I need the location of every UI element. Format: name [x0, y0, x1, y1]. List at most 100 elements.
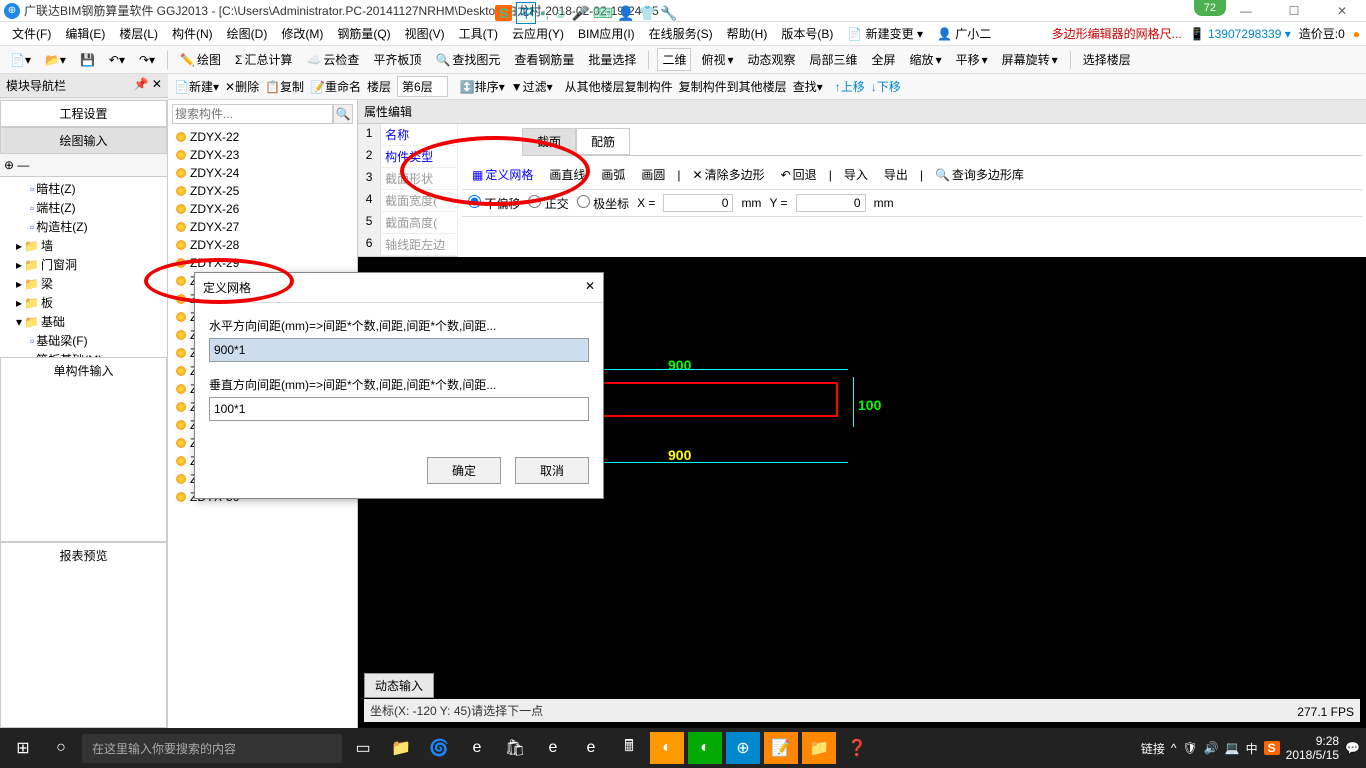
- menu-component[interactable]: 构件(N): [166, 23, 219, 44]
- tray-up-icon[interactable]: ^: [1171, 741, 1177, 755]
- store-icon[interactable]: 🛍: [498, 732, 532, 764]
- coord-y-input[interactable]: [796, 194, 866, 212]
- tb2-sort[interactable]: ↕️排序▾: [460, 78, 505, 95]
- ime-smile[interactable]: ☺: [553, 5, 567, 21]
- cortana-icon[interactable]: ○: [44, 732, 78, 764]
- dlg-v-input[interactable]: [209, 397, 589, 421]
- open-icon[interactable]: 📂▾: [41, 51, 70, 69]
- menu-draw[interactable]: 绘图(D): [221, 23, 274, 44]
- tb2-copy-from[interactable]: 从其他楼层复制构件: [565, 78, 673, 95]
- tb-zoom[interactable]: 缩放▾: [906, 49, 946, 70]
- tb-view-rebar[interactable]: 查看钢筋量: [510, 49, 578, 70]
- maximize-button[interactable]: ☐: [1274, 4, 1314, 18]
- app-icon-2[interactable]: ◐: [650, 732, 684, 764]
- menu-online[interactable]: 在线服务(S): [643, 23, 719, 44]
- tb-draw[interactable]: ✏️绘图: [176, 49, 225, 70]
- tb-rotate[interactable]: 屏幕旋转▾: [998, 49, 1062, 70]
- tree-item[interactable]: ▫ 构造柱(Z): [2, 217, 165, 236]
- tree-item[interactable]: ▫ 筏板基础(M): [2, 350, 165, 357]
- save-icon[interactable]: 💾: [76, 51, 99, 69]
- ime-wrench[interactable]: 🔧: [660, 5, 677, 22]
- list-item[interactable]: ZDYX-28: [168, 236, 357, 254]
- close-button[interactable]: ✕: [1322, 4, 1362, 18]
- app-icon-5[interactable]: 📝: [764, 732, 798, 764]
- tb-topview[interactable]: 俯视▾: [697, 49, 737, 70]
- nav-expand-icon[interactable]: ⊕ —: [4, 158, 29, 172]
- pin-icon[interactable]: 📌 ✕: [134, 77, 162, 94]
- explorer-icon[interactable]: 📁: [384, 732, 418, 764]
- list-item[interactable]: ZDYX-25: [168, 182, 357, 200]
- tray-time[interactable]: 9:28: [1286, 734, 1339, 748]
- tb2-delete[interactable]: ✕删除: [225, 78, 259, 95]
- tb-local3d[interactable]: 局部三维: [806, 49, 862, 70]
- dtb-line[interactable]: 画直线: [545, 164, 589, 185]
- dtb-export[interactable]: 导出: [880, 164, 912, 185]
- ime-lang[interactable]: 中: [516, 2, 536, 24]
- tb2-copy[interactable]: 📋复制: [265, 78, 304, 95]
- dlg-cancel-button[interactable]: 取消: [515, 457, 589, 484]
- beans-icon[interactable]: ●: [1353, 27, 1360, 41]
- menu-edit[interactable]: 编辑(E): [59, 23, 111, 44]
- menu-user[interactable]: 👤 广小二: [931, 23, 997, 44]
- tree-item[interactable]: ▫ 端柱(Z): [2, 198, 165, 217]
- dtb-circle[interactable]: 画圆: [637, 164, 669, 185]
- tree-item[interactable]: ▫ 暗柱(Z): [2, 179, 165, 198]
- ime-punct[interactable]: •,: [540, 5, 549, 21]
- dtb-query[interactable]: 🔍 查询多边形库: [931, 164, 1028, 185]
- tb2-floor-combo[interactable]: 第6层: [397, 76, 448, 97]
- dtb-arc[interactable]: 画弧: [597, 164, 629, 185]
- coord-no-offset[interactable]: 不偏移: [468, 195, 520, 212]
- dtb-clear[interactable]: ✕ 清除多边形: [689, 164, 769, 185]
- menu-version[interactable]: 版本号(B): [775, 23, 839, 44]
- tb-fullscreen[interactable]: 全屏: [868, 49, 900, 70]
- tb-batch-select[interactable]: 批量选择: [584, 49, 640, 70]
- tray-ime-s[interactable]: S: [1264, 741, 1280, 755]
- tree-item[interactable]: ▸ 📁 梁: [2, 274, 165, 293]
- tray-ime[interactable]: 中: [1246, 740, 1258, 757]
- ie-icon[interactable]: e: [574, 732, 608, 764]
- tree-item[interactable]: ▫ 基础梁(F): [2, 331, 165, 350]
- menu-rebar[interactable]: 钢筋量(Q): [331, 23, 396, 44]
- ime-mic[interactable]: 🎤: [571, 5, 588, 22]
- tb2-rename[interactable]: 📝重命名: [310, 78, 361, 95]
- dynamic-input-button[interactable]: 动态输入: [364, 673, 434, 698]
- taskview-icon[interactable]: ▭: [346, 732, 380, 764]
- menu-file[interactable]: 文件(F): [6, 23, 57, 44]
- tb2-up[interactable]: ↑上移: [835, 78, 865, 95]
- tb2-filter[interactable]: ▼过滤▾: [511, 78, 553, 95]
- menu-new-change[interactable]: 📄 新建变更 ▾: [841, 23, 929, 44]
- badge-72[interactable]: 72: [1194, 0, 1226, 16]
- nav-tab-single[interactable]: 单构件输入: [0, 357, 167, 543]
- dtb-undo[interactable]: ↶ 回退: [777, 164, 821, 185]
- user-phone[interactable]: 📱 13907298339 ▾: [1190, 27, 1291, 41]
- menu-notice[interactable]: 多边形编辑器的网格尺...: [1052, 25, 1182, 42]
- new-file-icon[interactable]: 📄▾: [6, 51, 35, 69]
- undo-icon[interactable]: ↶▾: [105, 51, 129, 69]
- app-icon-4[interactable]: ⊕: [726, 732, 760, 764]
- app-icon-1[interactable]: 🌀: [422, 732, 456, 764]
- tray-notif-icon[interactable]: 💬: [1345, 741, 1360, 755]
- tree-item[interactable]: ▾ 📁 基础: [2, 312, 165, 331]
- tb2-find[interactable]: 查找▾: [793, 78, 823, 95]
- nav-tree[interactable]: ▫ 暗柱(Z) ▫ 端柱(Z) ▫ 构造柱(Z)▸ 📁 墙▸ 📁 门窗洞▸ 📁 …: [0, 177, 167, 357]
- calc-icon[interactable]: 🖩: [612, 732, 646, 764]
- list-item[interactable]: ZDYX-29: [168, 254, 357, 272]
- dlg-h-input[interactable]: [209, 338, 589, 362]
- ime-person[interactable]: 👤: [617, 5, 634, 22]
- ime-kb[interactable]: ⌨: [593, 5, 613, 22]
- app-icon-6[interactable]: 📁: [802, 732, 836, 764]
- menu-bim[interactable]: BIM应用(I): [572, 23, 641, 44]
- menu-view[interactable]: 视图(V): [399, 23, 451, 44]
- nav-tab-report[interactable]: 报表预览: [0, 542, 167, 728]
- search-input[interactable]: [172, 104, 333, 124]
- tray-link[interactable]: 链接: [1141, 740, 1165, 757]
- minimize-button[interactable]: —: [1226, 4, 1266, 18]
- tb-2d-combo[interactable]: 二维: [657, 48, 691, 71]
- tb-cloud-check[interactable]: ☁️云检查: [302, 49, 363, 70]
- nav-tab-draw[interactable]: 绘图输入: [0, 127, 167, 154]
- menu-modify[interactable]: 修改(M): [275, 23, 329, 44]
- tb2-down[interactable]: ↓下移: [871, 78, 901, 95]
- section-tab-rebar[interactable]: 配筋: [576, 128, 630, 155]
- tray-shield-icon[interactable]: 🛡: [1182, 741, 1197, 755]
- tb-dynamic[interactable]: 动态观察: [744, 49, 800, 70]
